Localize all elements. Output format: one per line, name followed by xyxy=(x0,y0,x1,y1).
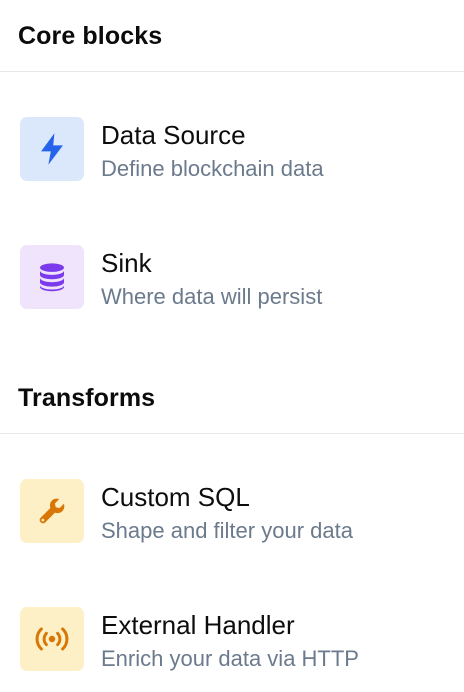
blocks-panel: Core blocks Data Source Define blockchai… xyxy=(0,0,464,692)
block-subtitle: Define blockchain data xyxy=(101,156,324,181)
database-icon xyxy=(40,263,64,292)
wrench-icon xyxy=(39,498,65,524)
section-title: Core blocks xyxy=(18,22,163,50)
lightning-bolt-icon xyxy=(41,133,63,165)
block-item-sink[interactable]: Sink Where data will persist xyxy=(0,225,464,335)
custom-sql-icon-tile xyxy=(20,479,84,543)
external-handler-icon-tile xyxy=(20,607,84,671)
block-item-custom-sql[interactable]: Custom SQL Shape and filter your data xyxy=(0,459,464,569)
data-source-icon-tile xyxy=(20,117,84,181)
block-title: Custom SQL xyxy=(101,482,250,512)
section-title: Transforms xyxy=(18,384,156,412)
block-subtitle: Shape and filter your data xyxy=(101,518,353,543)
block-title: Sink xyxy=(101,248,152,278)
section-header-core-blocks: Core blocks xyxy=(0,0,464,72)
block-subtitle: Where data will persist xyxy=(101,284,323,309)
block-title: External Handler xyxy=(101,610,295,640)
sink-icon-tile xyxy=(20,245,84,309)
block-item-external-handler[interactable]: External Handler Enrich your data via HT… xyxy=(0,587,464,692)
block-title: Data Source xyxy=(101,120,246,150)
broadcast-icon xyxy=(35,627,69,651)
block-subtitle: Enrich your data via HTTP xyxy=(101,646,359,671)
block-item-data-source[interactable]: Data Source Define blockchain data xyxy=(0,97,464,207)
section-header-transforms: Transforms xyxy=(0,362,464,434)
